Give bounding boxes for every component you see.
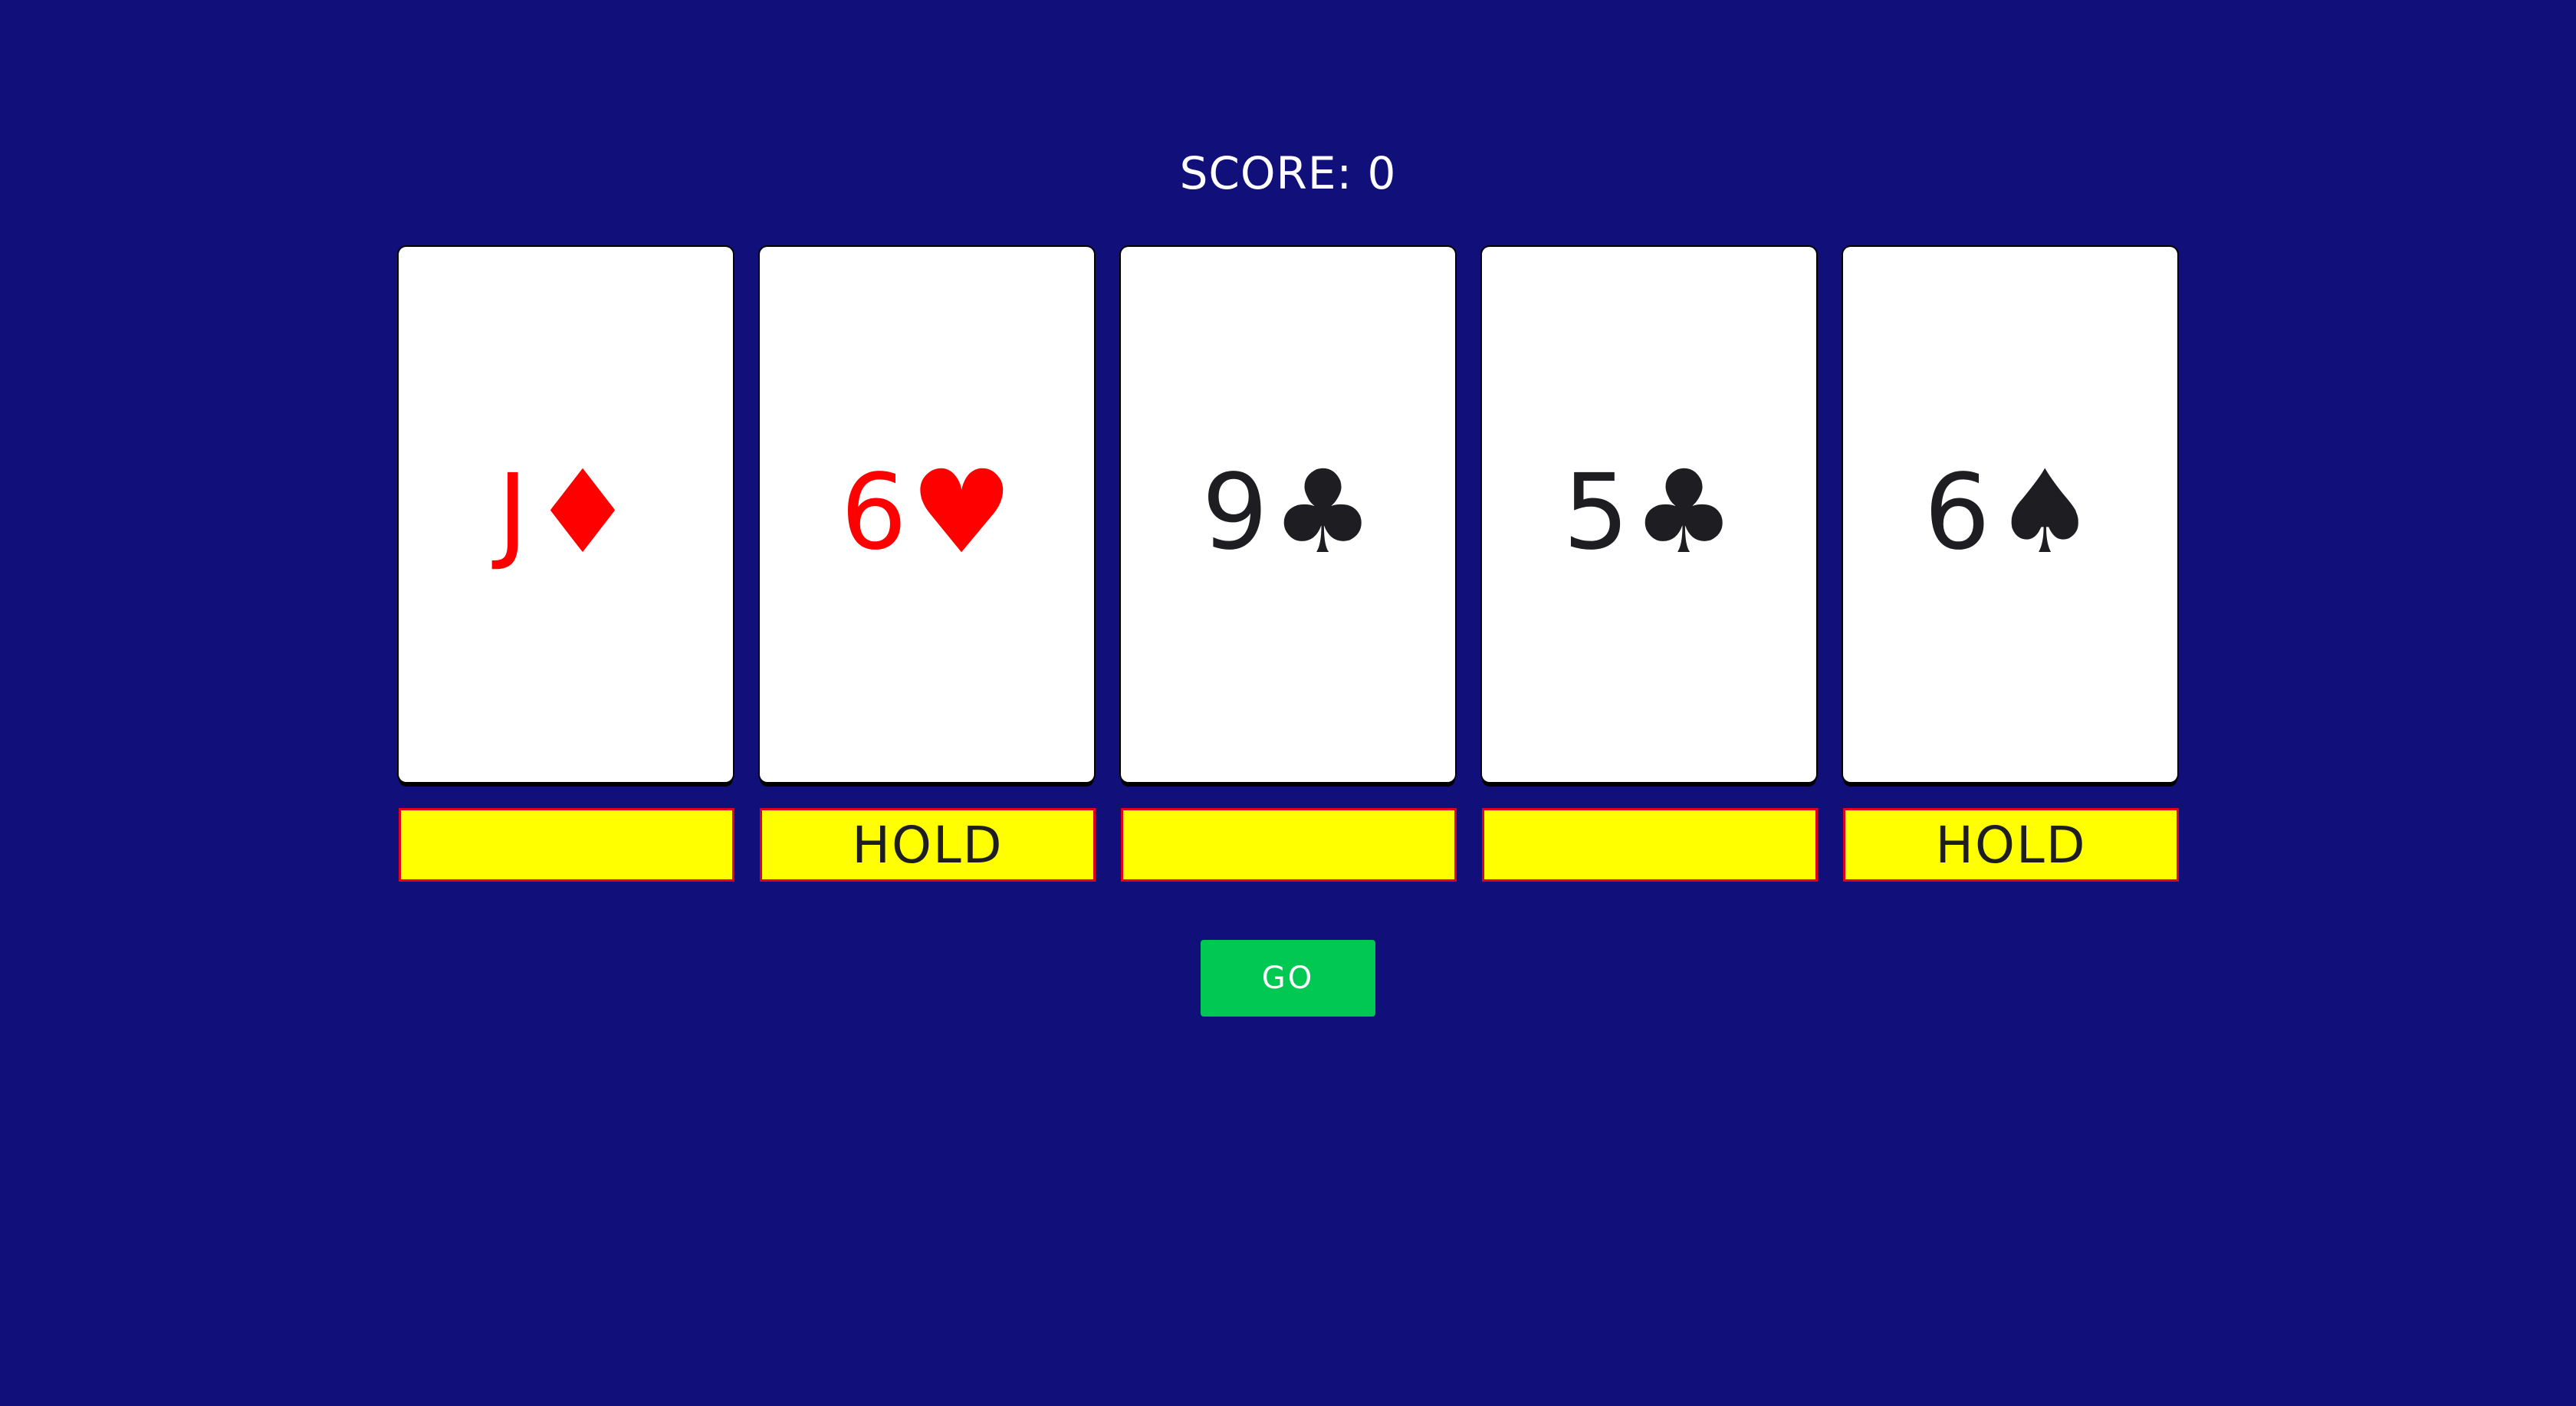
card-rank: 6	[1924, 452, 1991, 573]
card-face: 6 ♠	[1924, 455, 2096, 570]
card-row: J ♦ 6 ♥ 9 ♣ 5 ♣ 6 ♠	[399, 247, 2179, 783]
card-face: 5 ♣	[1562, 455, 1735, 570]
card-3[interactable]: 9 ♣	[1121, 247, 1455, 782]
card-rank: 9	[1201, 452, 1269, 573]
score-display: SCORE: 0	[1179, 147, 1397, 199]
hold-row: HOLD HOLD	[399, 808, 2179, 882]
hold-button-3[interactable]	[1121, 808, 1457, 882]
card-rank: 5	[1562, 452, 1630, 573]
club-suit-icon: ♣	[1632, 446, 1736, 580]
card-4[interactable]: 5 ♣	[1482, 247, 1816, 782]
card-2[interactable]: 6 ♥	[760, 247, 1094, 782]
hold-button-2[interactable]: HOLD	[760, 808, 1096, 882]
hold-button-5[interactable]: HOLD	[1843, 808, 2179, 882]
hold-button-4[interactable]	[1482, 808, 1818, 882]
card-face: J ♦	[498, 455, 635, 570]
card-face: 9 ♣	[1201, 455, 1374, 570]
card-rank: 6	[840, 452, 908, 573]
card-face: 6 ♥	[840, 455, 1013, 570]
heart-suit-icon: ♥	[910, 446, 1014, 580]
spade-suit-icon: ♠	[1993, 446, 2097, 580]
club-suit-icon: ♣	[1271, 446, 1375, 580]
card-rank: J	[497, 452, 528, 573]
diamond-suit-icon: ♦	[531, 446, 635, 580]
card-5[interactable]: 6 ♠	[1843, 247, 2177, 782]
go-button[interactable]: GO	[1201, 940, 1375, 1017]
card-1[interactable]: J ♦	[399, 247, 733, 782]
hold-button-1[interactable]	[399, 808, 734, 882]
